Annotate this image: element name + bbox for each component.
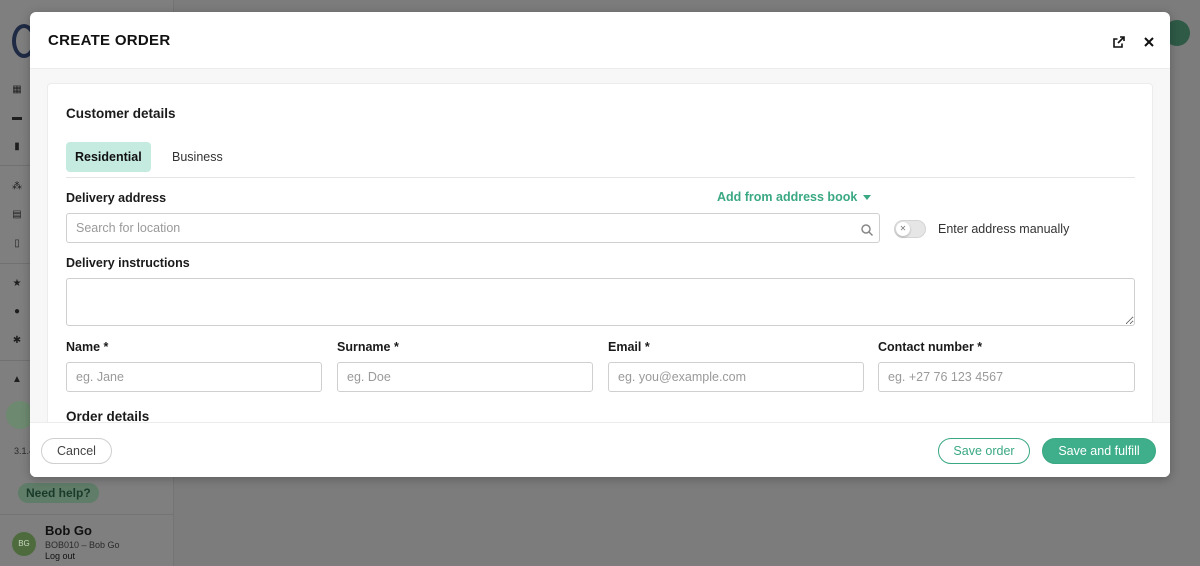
truck-icon[interactable]: ▬ bbox=[11, 112, 23, 124]
modal-title: CREATE ORDER bbox=[48, 32, 171, 49]
document-icon[interactable]: ▯ bbox=[11, 238, 23, 250]
close-icon[interactable] bbox=[1141, 34, 1157, 50]
save-and-fulfill-button[interactable]: Save and fulfill bbox=[1042, 438, 1156, 464]
cancel-button[interactable]: Cancel bbox=[41, 438, 112, 464]
manual-address-toggle[interactable]: ✕ bbox=[894, 220, 926, 238]
save-order-button[interactable]: Save order bbox=[938, 438, 1030, 464]
user-block: BG Bob Go BOB010 – Bob Go Log out bbox=[0, 514, 174, 566]
delivery-instructions-textarea[interactable] bbox=[66, 278, 1135, 326]
name-label: Name * bbox=[66, 340, 109, 354]
gear-icon[interactable]: ✱ bbox=[11, 335, 23, 347]
email-label: Email * bbox=[608, 340, 650, 354]
modal-body: Customer details Residential Business De… bbox=[30, 68, 1170, 422]
avatar[interactable]: BG bbox=[12, 532, 36, 556]
contact-number-input[interactable] bbox=[878, 362, 1135, 392]
need-help-button[interactable]: Need help? bbox=[18, 483, 99, 503]
tabs-divider bbox=[66, 177, 1135, 178]
store-icon[interactable]: ▤ bbox=[11, 209, 23, 221]
user-icon[interactable]: ● bbox=[11, 306, 23, 318]
star-icon[interactable]: ★ bbox=[11, 278, 23, 290]
delivery-address-label: Delivery address bbox=[66, 191, 167, 205]
modal-footer: Cancel Save order Save and fulfill bbox=[30, 422, 1170, 477]
address-book-link-label: Add from address book bbox=[717, 190, 858, 204]
toggle-off-icon: ✕ bbox=[896, 222, 910, 236]
address-book-dropdown[interactable]: Add from address book bbox=[717, 190, 872, 204]
manual-address-toggle-label: Enter address manually bbox=[938, 222, 1070, 236]
bell-icon[interactable]: ▲ bbox=[11, 374, 23, 386]
sitemap-icon[interactable]: ⁂ bbox=[11, 181, 23, 193]
customer-details-card: Customer details Residential Business De… bbox=[47, 83, 1153, 422]
customer-details-title: Customer details bbox=[66, 106, 176, 121]
email-input[interactable] bbox=[608, 362, 864, 392]
caret-down-icon bbox=[863, 195, 872, 201]
order-details-title: Order details bbox=[66, 409, 150, 422]
search-icon bbox=[861, 224, 874, 237]
calendar-icon[interactable]: ▦ bbox=[11, 84, 23, 96]
name-input[interactable] bbox=[66, 362, 322, 392]
clipboard-icon[interactable]: ▮ bbox=[11, 141, 23, 153]
surname-input[interactable] bbox=[337, 362, 593, 392]
modal-header: CREATE ORDER bbox=[30, 12, 1170, 68]
contact-number-label: Contact number * bbox=[878, 340, 983, 354]
location-search-input[interactable] bbox=[66, 213, 880, 243]
delivery-instructions-label: Delivery instructions bbox=[66, 256, 190, 270]
tab-residential[interactable]: Residential bbox=[66, 142, 151, 172]
create-order-modal: CREATE ORDER Customer details Residentia… bbox=[30, 12, 1170, 477]
user-name: Bob Go bbox=[45, 523, 92, 538]
tab-business[interactable]: Business bbox=[163, 142, 232, 172]
surname-label: Surname * bbox=[337, 340, 399, 354]
external-link-icon[interactable] bbox=[1111, 34, 1127, 50]
logout-link[interactable]: Log out bbox=[45, 551, 75, 561]
user-account: BOB010 – Bob Go bbox=[45, 540, 120, 550]
